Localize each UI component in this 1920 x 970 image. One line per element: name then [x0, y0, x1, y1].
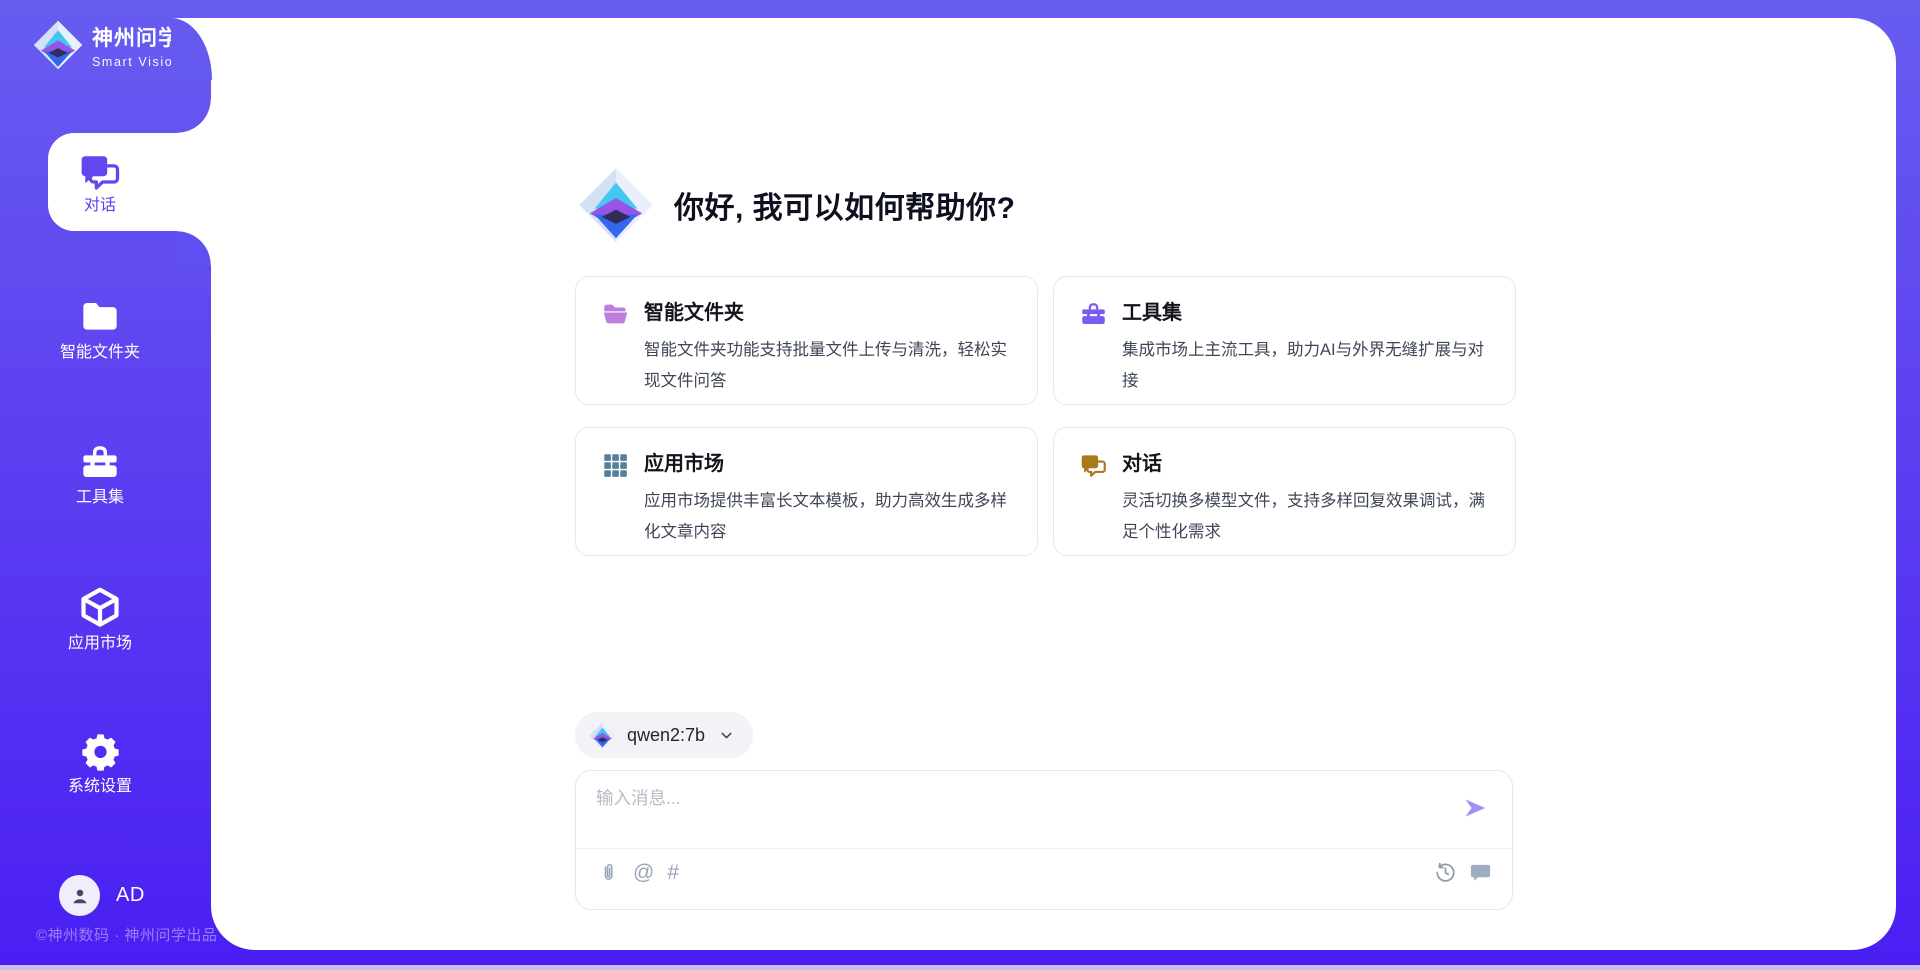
conversation-button[interactable]: [1469, 861, 1492, 884]
feature-cards: 智能文件夹 智能文件夹功能支持批量文件上传与清洗，轻松实现文件问答 工具集 集成…: [575, 276, 1516, 556]
mention-icon: @: [633, 862, 654, 884]
history-icon: [1434, 861, 1457, 884]
chevron-down-icon: [718, 727, 735, 744]
grid-icon: [602, 452, 629, 479]
gear-icon: [80, 731, 121, 772]
app-logo: 神州问学 Smart Vision: [33, 20, 182, 70]
message-input[interactable]: [596, 785, 1436, 843]
chat-icon: [1080, 452, 1107, 479]
card-title: 工具集: [1122, 300, 1487, 327]
app-title: 神州问学: [92, 22, 182, 52]
card-chat[interactable]: 对话 灵活切换多模型文件，支持多样回复效果调试，满足个性化需求: [1053, 427, 1516, 556]
sidebar-item-app-market[interactable]: 应用市场: [0, 585, 200, 652]
card-smart-folders[interactable]: 智能文件夹 智能文件夹功能支持批量文件上传与清洗，轻松实现文件问答: [575, 276, 1038, 405]
logo-diamond-icon: [589, 722, 616, 749]
card-description: 集成市场上主流工具，助力AI与外界无缝扩展与对接: [1122, 335, 1487, 396]
cube-icon: [78, 585, 122, 629]
user-avatar[interactable]: [59, 875, 100, 916]
history-button[interactable]: [1434, 861, 1457, 884]
greeting-block: 你好, 我可以如何帮助你?: [578, 167, 1016, 243]
copyright-text: ©神州数码 · 神州问学出品: [36, 924, 217, 945]
sidebar-item-label: 工具集: [76, 490, 124, 506]
logo-diamond-icon: [578, 167, 654, 243]
card-title: 智能文件夹: [644, 300, 1009, 327]
chat-icon: [79, 151, 121, 193]
sidebar-item-label: 应用市场: [68, 636, 132, 652]
folder-open-icon: [602, 301, 629, 328]
card-title: 对话: [1122, 451, 1487, 478]
sidebar-item-label: 对话: [84, 198, 116, 214]
card-app-market[interactable]: 应用市场 应用市场提供丰富长文本模板，助力高效生成多样化文章内容: [575, 427, 1038, 556]
sidebar-item-label: 智能文件夹: [60, 345, 140, 361]
toolbox-icon: [1080, 301, 1107, 328]
model-selector[interactable]: qwen2:7b: [575, 712, 753, 758]
message-icon: [1469, 861, 1492, 884]
message-composer: @ #: [575, 770, 1513, 910]
sidebar: 神州问学 Smart Vision 对话 智能文件夹 工具集: [0, 0, 211, 970]
card-description: 应用市场提供丰富长文本模板，助力高效生成多样化文章内容: [644, 486, 1009, 547]
greeting-text: 你好, 我可以如何帮助你?: [674, 183, 1016, 227]
hashtag-icon: #: [667, 862, 679, 884]
paperclip-icon: [598, 861, 620, 885]
sidebar-item-toolset[interactable]: 工具集: [0, 443, 200, 506]
send-button[interactable]: [1462, 795, 1488, 821]
card-description: 智能文件夹功能支持批量文件上传与清洗，轻松实现文件问答: [644, 335, 1009, 396]
folder-icon: [79, 298, 121, 338]
sidebar-item-smart-folders[interactable]: 智能文件夹: [0, 298, 200, 361]
app-root: 神州问学 Smart Vision 对话 智能文件夹 工具集: [0, 0, 1920, 970]
toolbox-icon: [79, 443, 121, 483]
sidebar-item-label: 系统设置: [68, 779, 132, 795]
app-subtitle: Smart Vision: [92, 55, 182, 69]
person-icon: [68, 884, 92, 908]
hashtag-button[interactable]: #: [667, 862, 679, 884]
attach-file-button[interactable]: [598, 861, 620, 885]
bottom-edge-strip: [0, 965, 1920, 970]
tab-merge-curve-bottom: [177, 231, 211, 265]
tab-merge-curve-top: [177, 99, 211, 133]
card-description: 灵活切换多模型文件，支持多样回复效果调试，满足个性化需求: [1122, 486, 1487, 547]
model-name: qwen2:7b: [627, 725, 705, 746]
send-icon: [1462, 795, 1488, 821]
card-toolset[interactable]: 工具集 集成市场上主流工具，助力AI与外界无缝扩展与对接: [1053, 276, 1516, 405]
composer-divider: [576, 848, 1512, 849]
user-initials: AD: [116, 884, 145, 907]
logo-diamond-icon: [33, 20, 83, 70]
sidebar-item-settings[interactable]: 系统设置: [0, 731, 200, 795]
card-title: 应用市场: [644, 451, 1009, 478]
mention-button[interactable]: @: [633, 862, 654, 884]
sidebar-item-chat[interactable]: 对话: [48, 133, 211, 231]
